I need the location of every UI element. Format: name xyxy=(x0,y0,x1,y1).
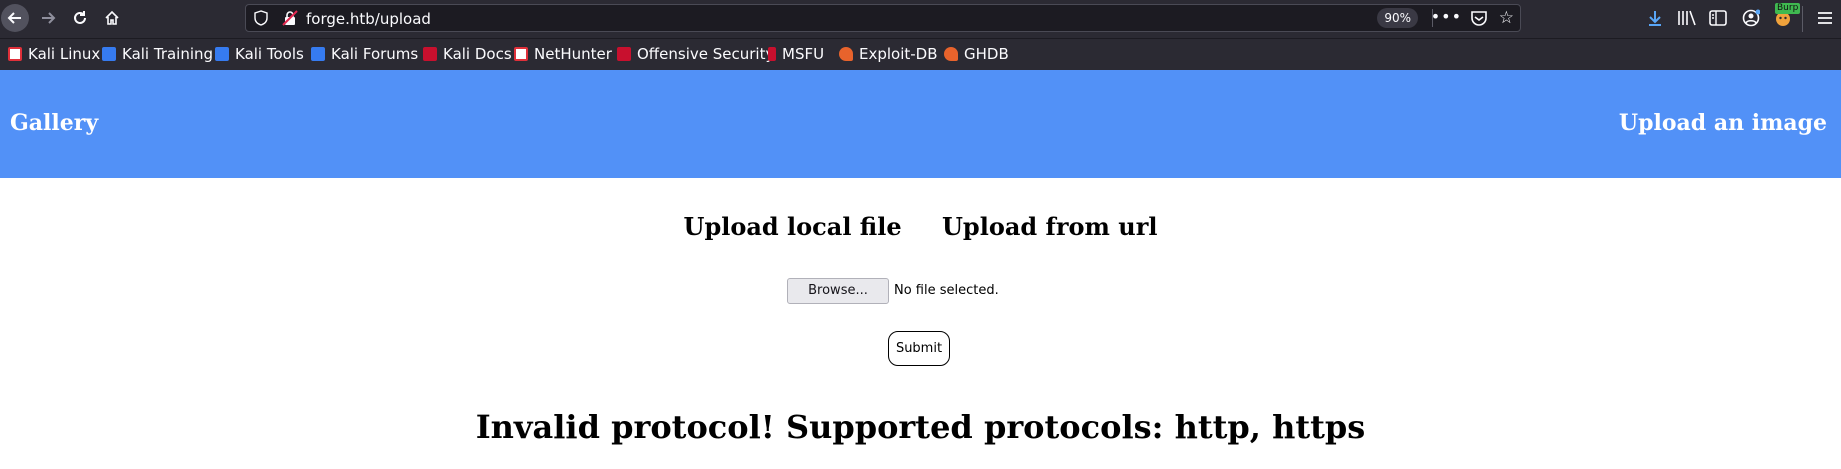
kali-docs-icon xyxy=(423,47,437,61)
upload-mode-tabs: Upload local file Upload from url xyxy=(0,212,1841,241)
bookmark-star-icon[interactable]: ☆ xyxy=(1499,8,1514,28)
reload-button[interactable] xyxy=(66,4,94,32)
pocket-icon[interactable] xyxy=(1470,9,1488,31)
zoom-level-badge[interactable]: 90% xyxy=(1377,8,1418,28)
burp-badge: Burp xyxy=(1775,3,1801,14)
arrow-right-icon xyxy=(42,12,56,24)
bookmark-label: Offensive Security xyxy=(637,45,775,63)
bookmark-label: Exploit-DB xyxy=(859,45,938,63)
home-icon xyxy=(105,10,119,25)
exploit-db-icon xyxy=(839,47,853,61)
library-icon[interactable] xyxy=(1677,8,1697,28)
bookmark-kali-linux[interactable]: Kali Linux xyxy=(8,44,100,64)
bookmark-kali-docs[interactable]: Kali Docs xyxy=(423,44,512,64)
site-header: Gallery Upload an image xyxy=(0,70,1841,178)
gallery-link[interactable]: Gallery xyxy=(10,110,98,136)
bookmark-kali-training[interactable]: Kali Training xyxy=(102,44,213,64)
bookmark-label: NetHunter xyxy=(534,45,612,63)
insecure-lock-icon[interactable] xyxy=(282,10,298,30)
url-text[interactable]: forge.htb/upload xyxy=(306,10,431,28)
kali-dragon-icon xyxy=(8,47,22,61)
submit-button[interactable]: Submit xyxy=(888,331,950,366)
toolbar-divider xyxy=(1802,6,1803,32)
bookmark-label: Kali Training xyxy=(122,45,214,63)
bookmark-label: Kali Tools xyxy=(235,45,304,63)
file-input[interactable]: Browse... No file selected. xyxy=(787,277,999,304)
bookmark-nethunter[interactable]: NetHunter xyxy=(514,44,612,64)
bookmark-kali-forums[interactable]: Kali Forums xyxy=(311,44,418,64)
url-bar[interactable]: forge.htb/upload 90% ••• ☆ xyxy=(245,4,1521,32)
home-button[interactable] xyxy=(98,4,126,32)
tab-upload-from-url[interactable]: Upload from url xyxy=(942,212,1157,241)
bookmark-offensive-security[interactable]: Offensive Security xyxy=(617,44,774,64)
downloads-icon[interactable] xyxy=(1645,8,1665,28)
reload-icon xyxy=(74,11,86,24)
back-button[interactable] xyxy=(1,4,29,32)
bookmark-msfu[interactable]: MSFU xyxy=(768,44,824,64)
bookmark-label: MSFU xyxy=(782,45,825,63)
bookmark-label: Kali Docs xyxy=(443,45,512,63)
tracking-shield-icon[interactable] xyxy=(254,10,268,30)
arrow-left-icon xyxy=(7,12,21,24)
file-status-text: No file selected. xyxy=(894,283,999,298)
tab-upload-local-file[interactable]: Upload local file xyxy=(684,212,902,241)
msfu-icon xyxy=(768,47,776,61)
bookmark-label: Kali Forums xyxy=(331,45,419,63)
page-actions-icon[interactable]: ••• xyxy=(1431,9,1462,25)
error-message: Invalid protocol! Supported protocols: h… xyxy=(475,408,1366,446)
kali-forums-icon xyxy=(311,47,325,61)
offsec-icon xyxy=(617,47,631,61)
nethunter-icon xyxy=(514,47,528,61)
ghdb-icon xyxy=(944,47,958,61)
kali-training-icon xyxy=(102,47,116,61)
hamburger-menu-icon[interactable] xyxy=(1815,8,1835,28)
bookmark-kali-tools[interactable]: Kali Tools xyxy=(215,44,304,64)
bookmark-label: Kali Linux xyxy=(28,45,101,63)
bookmark-ghdb[interactable]: GHDB xyxy=(944,44,1009,64)
bookmark-exploit-db[interactable]: Exploit-DB xyxy=(839,44,938,64)
upload-image-link[interactable]: Upload an image xyxy=(1619,110,1827,136)
sidebar-icon[interactable] xyxy=(1708,8,1728,28)
kali-tools-icon xyxy=(215,47,229,61)
bookmark-label: GHDB xyxy=(964,45,1009,63)
account-icon[interactable] xyxy=(1741,8,1761,28)
forward-button[interactable] xyxy=(34,4,62,32)
browser-toolbar: forge.htb/upload 90% ••• ☆ Burp xyxy=(0,0,1841,38)
browse-button[interactable]: Browse... xyxy=(787,277,889,304)
bookmarks-toolbar: Kali Linux Kali Training Kali Tools Kali… xyxy=(0,38,1841,70)
